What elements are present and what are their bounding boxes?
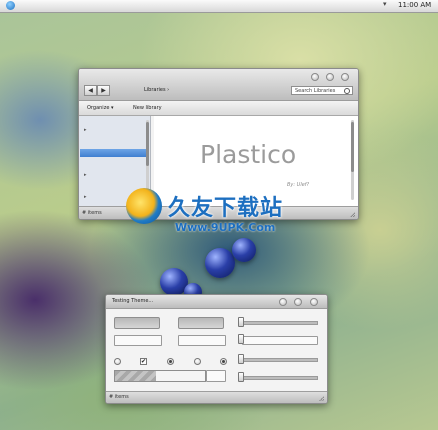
slider-track[interactable] bbox=[238, 321, 318, 325]
watermark-chinese-text: 久友下载站 bbox=[168, 196, 284, 221]
radio-button-selected[interactable] bbox=[220, 358, 227, 365]
menu-dropdown-icon[interactable]: ▾ bbox=[383, 0, 387, 8]
plastico-title: Plastico bbox=[200, 140, 297, 169]
maximize-button[interactable] bbox=[326, 73, 334, 81]
tree-expand-icon[interactable]: ▸ bbox=[84, 172, 87, 178]
close-button[interactable] bbox=[310, 298, 318, 306]
search-input[interactable]: Search Libraries bbox=[291, 86, 353, 95]
window-title: Testing Theme... bbox=[112, 298, 154, 304]
progress-bar bbox=[114, 370, 206, 382]
testing-titlebar[interactable]: Testing Theme... bbox=[106, 295, 327, 309]
progress-fill bbox=[115, 371, 156, 381]
status-text: # items bbox=[82, 210, 102, 216]
text-field[interactable] bbox=[114, 335, 162, 346]
testing-theme-window: Testing Theme... ✔ # items bbox=[105, 294, 328, 404]
explorer-toolbar: Organize ▾ New library bbox=[79, 101, 358, 116]
content-scroll-thumb[interactable] bbox=[351, 122, 354, 172]
pressed-button[interactable] bbox=[114, 317, 160, 329]
watermark-url: Www.9UPK.Com bbox=[175, 221, 276, 234]
organize-button[interactable]: Organize ▾ bbox=[87, 105, 114, 111]
apple-menu-icon[interactable] bbox=[6, 1, 15, 10]
status-text: # items bbox=[109, 394, 129, 400]
slider-knob[interactable] bbox=[238, 317, 244, 327]
nav-selected-item[interactable] bbox=[80, 149, 147, 157]
slider-track[interactable] bbox=[238, 376, 318, 380]
minimize-button[interactable] bbox=[311, 73, 319, 81]
tree-expand-icon[interactable]: ▸ bbox=[84, 194, 87, 200]
nav-scroll-thumb[interactable] bbox=[146, 122, 149, 166]
slider-field[interactable] bbox=[242, 336, 318, 345]
search-icon[interactable] bbox=[344, 88, 350, 94]
breadcrumb[interactable]: Libraries › bbox=[144, 87, 169, 93]
content-scrollbar[interactable] bbox=[351, 120, 354, 200]
radio-button[interactable] bbox=[114, 358, 121, 365]
resize-grip-icon[interactable] bbox=[350, 212, 355, 217]
tree-expand-icon[interactable]: ▸ bbox=[84, 127, 87, 133]
explorer-titlebar[interactable]: ◀ ▶ Libraries › Search Libraries bbox=[79, 69, 358, 101]
close-button[interactable] bbox=[341, 73, 349, 81]
slider-knob[interactable] bbox=[238, 334, 244, 344]
resize-grip-icon[interactable] bbox=[319, 396, 324, 401]
menubar: ▾ 11:00 AM bbox=[0, 0, 438, 13]
forward-button[interactable]: ▶ bbox=[97, 85, 110, 96]
watermark-logo: 久友下载站 Www.9UPK.Com bbox=[123, 188, 323, 238]
decorative-orb bbox=[205, 248, 235, 278]
checkbox-checked[interactable]: ✔ bbox=[140, 358, 147, 365]
search-placeholder: Search Libraries bbox=[295, 88, 336, 94]
watermark-logo-icon bbox=[126, 188, 162, 224]
back-button[interactable]: ◀ bbox=[84, 85, 97, 96]
menubar-clock: 11:00 AM bbox=[398, 1, 432, 9]
pressed-button[interactable] bbox=[178, 317, 224, 329]
slider-track[interactable] bbox=[238, 358, 318, 362]
decorative-orb bbox=[232, 238, 256, 262]
progress-end-field bbox=[206, 370, 226, 382]
new-library-button[interactable]: New library bbox=[133, 105, 162, 111]
maximize-button[interactable] bbox=[294, 298, 302, 306]
slider-knob[interactable] bbox=[238, 372, 244, 382]
status-bar: # items bbox=[106, 391, 327, 403]
minimize-button[interactable] bbox=[279, 298, 287, 306]
radio-button[interactable] bbox=[194, 358, 201, 365]
text-field[interactable] bbox=[178, 335, 226, 346]
radio-button-selected[interactable] bbox=[167, 358, 174, 365]
slider-knob[interactable] bbox=[238, 354, 244, 364]
